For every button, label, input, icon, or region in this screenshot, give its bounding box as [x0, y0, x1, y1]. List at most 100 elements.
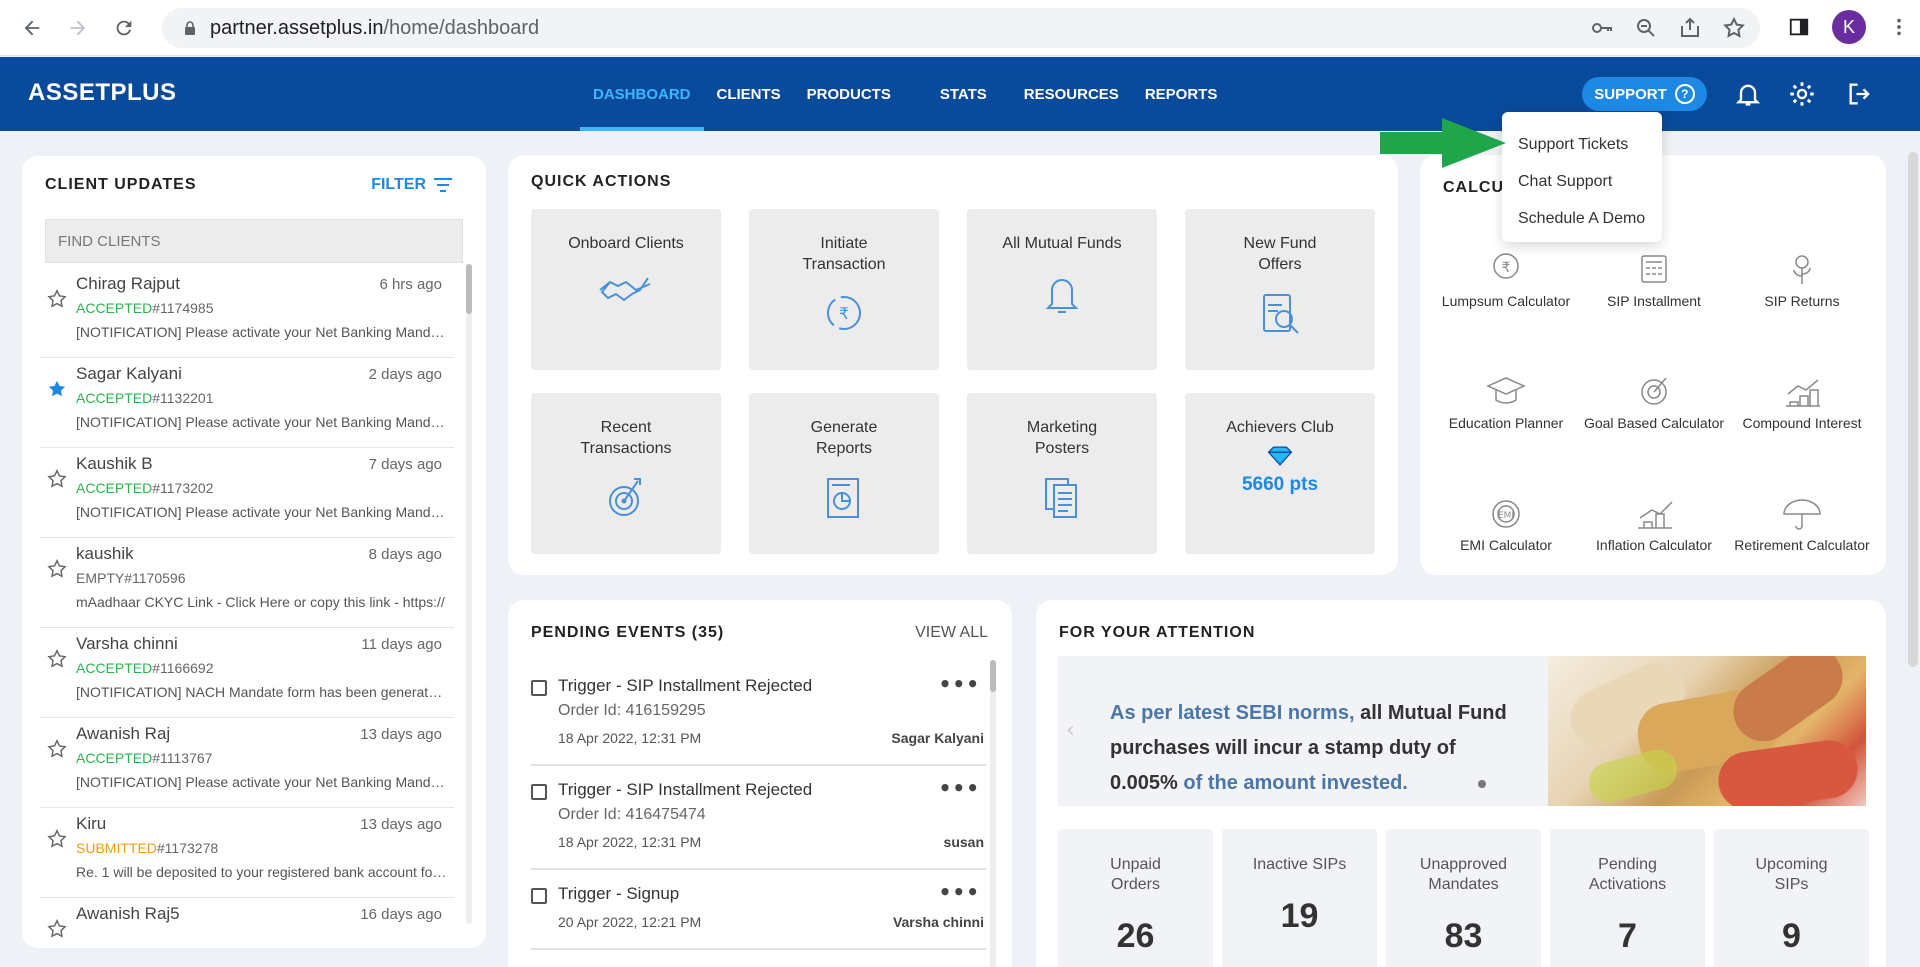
- calculator-compound-interest[interactable]: Compound Interest: [1728, 341, 1876, 463]
- client-update-item[interactable]: Kaushik B 7 days ago ACCEPTED#1173202 [NOTI…: [40, 448, 454, 538]
- order-id: #1113767: [152, 750, 213, 766]
- quick-action-label: Marketing Posters: [1026, 419, 1098, 457]
- client-update-item[interactable]: kaushik 8 days ago EMPTY#1170596 mAadhaar C…: [40, 538, 454, 628]
- star-icon[interactable]: [46, 468, 68, 490]
- event-checkbox[interactable]: [531, 680, 547, 696]
- client-update-item[interactable]: Chirag Rajput 6 hrs ago ACCEPTED#1174985 [N…: [40, 268, 454, 358]
- quick-action-generate-reports[interactable]: Generate Reports: [749, 393, 939, 554]
- calculator-goal-based-calculator[interactable]: Goal Based Calculator: [1580, 341, 1728, 463]
- bookmark-star-icon[interactable]: [1722, 16, 1746, 40]
- stat-label: Unapproved Mandates: [1419, 856, 1508, 893]
- menu-item-chat-support[interactable]: Chat Support: [1502, 163, 1662, 200]
- report-icon: [827, 478, 859, 518]
- client-update-time: 8 days ago: [368, 546, 442, 563]
- back-icon[interactable]: [12, 8, 52, 48]
- filter-button[interactable]: FILTER: [371, 176, 452, 194]
- status-badge: ACCEPTED: [76, 660, 153, 676]
- client-status: ACCEPTED#1173202: [76, 480, 213, 496]
- page-scrollbar[interactable]: [1908, 152, 1918, 667]
- event-checkbox[interactable]: [531, 784, 547, 800]
- star-icon[interactable]: [46, 648, 68, 670]
- share-icon[interactable]: [1678, 16, 1702, 40]
- star-icon[interactable]: [46, 918, 68, 938]
- for-your-attention-card: FOR YOUR ATTENTION ‹ As per latest SEBI …: [1036, 600, 1886, 967]
- calculator-retirement-calculator[interactable]: Retirement Calculator: [1728, 463, 1876, 585]
- star-icon[interactable]: [46, 288, 68, 310]
- star-icon[interactable]: [46, 828, 68, 850]
- calculator-emi-calculator[interactable]: EMI EMI Calculator: [1432, 463, 1580, 585]
- menu-item-support-tickets[interactable]: Support Tickets: [1502, 126, 1662, 163]
- client-update-item[interactable]: Kiru 13 days ago SUBMITTED#1173278 Re. 1 wi…: [40, 808, 454, 898]
- event-checkbox[interactable]: [531, 888, 547, 904]
- client-list-scrollbar[interactable]: [466, 264, 472, 924]
- quick-action-all-mutual-funds[interactable]: All Mutual Funds: [967, 209, 1157, 370]
- support-button[interactable]: SUPPORT ?: [1582, 77, 1707, 111]
- client-update-item[interactable]: Varsha chinni 11 days ago ACCEPTED#1166692…: [40, 628, 454, 718]
- stat-upcoming-sips[interactable]: Upcoming SIPs 9: [1714, 829, 1869, 967]
- carousel-prev-icon[interactable]: ‹: [1066, 718, 1075, 743]
- pending-event-item[interactable]: Trigger - SIP Installment Rejected ••• Ord…: [531, 662, 986, 766]
- client-update-time: 2 days ago: [368, 366, 442, 383]
- client-update-time: 16 days ago: [360, 906, 442, 923]
- client-update-item[interactable]: Sagar Kalyani 2 days ago ACCEPTED#1132201 […: [40, 358, 454, 448]
- carousel-dot[interactable]: [1478, 780, 1486, 788]
- profile-avatar[interactable]: K: [1832, 10, 1866, 44]
- address-bar[interactable]: partner.assetplus.in/home/dashboard: [162, 8, 1760, 48]
- client-note: [NOTIFICATION] Please activate your Net …: [76, 414, 448, 430]
- quick-action-recent-transactions[interactable]: Recent Transactions: [531, 393, 721, 554]
- tab-dashboard[interactable]: DASHBOARD: [580, 57, 704, 131]
- key-icon[interactable]: [1590, 16, 1614, 40]
- calculator-label: SIP Returns: [1764, 292, 1840, 309]
- target-icon: [609, 478, 641, 516]
- tab-stats[interactable]: STATS: [927, 57, 1011, 131]
- quick-action-achievers-club[interactable]: Achievers Club 5660 pts: [1185, 393, 1375, 554]
- quick-action-onboard-clients[interactable]: Onboard Clients: [531, 209, 721, 370]
- more-menu-icon[interactable]: [1888, 16, 1910, 38]
- svg-text:₹: ₹: [839, 304, 849, 323]
- event-client: susan: [943, 834, 984, 850]
- assetplus-logo[interactable]: ASSETPLUS: [28, 79, 177, 107]
- side-panel-icon[interactable]: [1788, 16, 1810, 38]
- forward-icon[interactable]: [58, 8, 98, 48]
- tab-reports[interactable]: REPORTS: [1132, 57, 1231, 131]
- star-icon[interactable]: [46, 378, 68, 400]
- pending-event-item[interactable]: Trigger - Signup ••• 20 Apr 2022, 12:21 PM…: [531, 870, 986, 950]
- calculator-education-planner[interactable]: Education Planner: [1432, 341, 1580, 463]
- calculator-inflation-calculator[interactable]: Inflation Calculator: [1580, 463, 1728, 585]
- pending-events-scrollbar[interactable]: [990, 660, 996, 967]
- tab-products[interactable]: PRODUCTS: [794, 57, 927, 131]
- pending-event-item[interactable]: Trigger - SIP Installment Rejected ••• Ord…: [531, 766, 986, 870]
- handshake-icon: [599, 277, 651, 302]
- calculator-sip-returns[interactable]: SIP Returns: [1728, 219, 1876, 341]
- bell-icon[interactable]: [1734, 80, 1762, 108]
- client-update-item[interactable]: Awanish Raj5 16 days ago: [40, 898, 454, 938]
- gear-icon[interactable]: [1788, 80, 1816, 108]
- quick-action-marketing-posters[interactable]: Marketing Posters: [967, 393, 1157, 554]
- diamond-icon: [1267, 446, 1293, 466]
- quick-action-new-fund-offers[interactable]: New Fund Offers: [1185, 209, 1375, 370]
- more-options-icon[interactable]: •••: [939, 880, 980, 904]
- logout-icon[interactable]: [1846, 80, 1874, 108]
- stat-unpaid-orders[interactable]: Unpaid Orders 26: [1058, 829, 1213, 967]
- star-icon[interactable]: [46, 738, 68, 760]
- stamp-duty-banner[interactable]: ‹ As per latest SEBI norms, all Mutual F…: [1058, 656, 1866, 806]
- more-options-icon[interactable]: •••: [939, 776, 980, 800]
- quick-action-initiate-transaction[interactable]: Initiate Transaction ₹: [749, 209, 939, 370]
- view-all-link[interactable]: VIEW ALL: [915, 624, 988, 642]
- more-options-icon[interactable]: •••: [939, 672, 980, 696]
- event-title: Trigger - Signup: [558, 884, 680, 903]
- reload-icon[interactable]: [104, 8, 144, 48]
- client-update-item[interactable]: Awanish Raj 13 days ago ACCEPTED#1113767 [N…: [40, 718, 454, 808]
- tab-resources[interactable]: RESOURCES: [1011, 57, 1132, 131]
- zoom-out-icon[interactable]: [1634, 16, 1658, 40]
- tab-clients[interactable]: CLIENTS: [704, 57, 794, 131]
- find-clients-input[interactable]: FIND CLIENTS: [45, 219, 463, 263]
- stat-pending-activations[interactable]: Pending Activations 7: [1550, 829, 1705, 967]
- client-status: ACCEPTED#1166692: [76, 660, 213, 676]
- star-icon[interactable]: [46, 558, 68, 580]
- bell-icon: [1045, 279, 1079, 313]
- stat-inactive-sips[interactable]: Inactive SIPs 19: [1222, 829, 1377, 967]
- menu-item-schedule-demo[interactable]: Schedule A Demo: [1502, 200, 1662, 237]
- stat-unapproved-mandates[interactable]: Unapproved Mandates 83: [1386, 829, 1541, 967]
- stat-value: 9: [1782, 917, 1801, 955]
